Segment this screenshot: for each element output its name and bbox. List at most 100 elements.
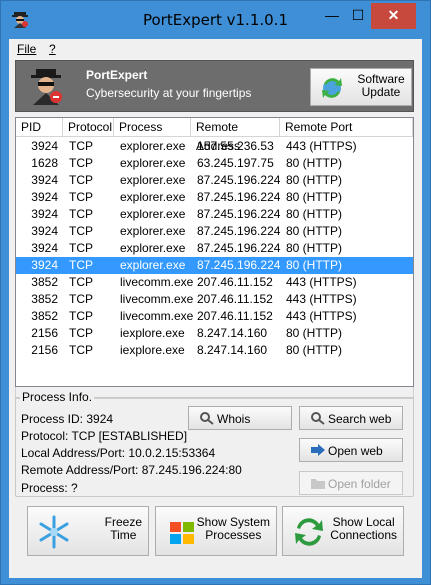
protocol-cell: TCP (69, 258, 93, 272)
software-update-button[interactable]: Software Update (310, 68, 412, 106)
close-button[interactable]: ✕ (371, 3, 416, 29)
client-area: File ? PortExpert Cybersecurity at your … (9, 39, 422, 578)
freeze-time-button[interactable]: Freeze Time (27, 506, 149, 556)
magnifier-icon (200, 412, 214, 425)
pid-cell: 3852 (31, 292, 58, 306)
protocol-cell: TCP (69, 224, 93, 238)
remote-port-cell: 443 (HTTPS) (286, 309, 357, 323)
remote-port-cell: 80 (HTTP) (286, 173, 343, 187)
sync-arrows-icon (295, 518, 323, 546)
menu-bar: File ? (9, 39, 422, 59)
col-remote-address[interactable]: Remote Address (191, 118, 280, 153)
protocol-cell: TCP (69, 309, 93, 323)
remote-port-cell: 80 (HTTP) (286, 190, 343, 204)
col-remote-port[interactable]: Remote Port (280, 118, 413, 137)
local-label-2: Connections (330, 528, 397, 542)
search-web-button[interactable]: Search web (299, 406, 403, 430)
remote-address-cell: 87.245.196.224 (197, 173, 281, 187)
remote-port-cell: 80 (HTTP) (286, 207, 343, 221)
show-local-connections-button[interactable]: Show Local Connections (282, 506, 404, 556)
remote-address-cell: 157.55.236.53 (197, 139, 274, 153)
whois-label: Whois (217, 412, 251, 426)
table-row[interactable]: 2156 TCP iexplore.exe 8.247.14.160 80 (HTTP) (16, 342, 413, 359)
table-row[interactable]: 3924 TCP explorer.exe 87.245.196.224 80 (HTT… (16, 189, 413, 206)
open-web-button[interactable]: Open web (299, 438, 403, 462)
table-row[interactable]: 3924 TCP explorer.exe 87.245.196.224 80 (HTT… (16, 206, 413, 223)
protocol-cell: TCP (69, 326, 93, 340)
protocol-cell: TCP (69, 156, 93, 170)
remote-address-cell: 87.245.196.224 (197, 258, 281, 272)
windows-flag-icon (170, 522, 194, 544)
menu-help[interactable]: ? (49, 42, 56, 56)
table-row[interactable]: 3924 TCP explorer.exe 87.245.196.224 80 (HTT… (16, 257, 413, 274)
search-web-label: Search web (328, 412, 392, 426)
process-cell: livecomm.exe (120, 309, 194, 323)
process-cell: explorer.exe (120, 207, 186, 221)
remote-address-cell: 63.245.197.75 (197, 156, 274, 170)
process-cell: explorer.exe (120, 241, 186, 255)
refresh-globe-icon (322, 78, 342, 98)
banner-tagline: Cybersecurity at your fingertips (86, 86, 252, 100)
protocol-cell: TCP (69, 292, 93, 306)
table-row[interactable]: 3924 TCP explorer.exe 87.245.196.224 80 (HTT… (16, 240, 413, 257)
process-cell: livecomm.exe (120, 292, 194, 306)
maximize-button[interactable]: ☐ (345, 3, 371, 29)
connections-table[interactable]: PID Protocol Process Remote Address Remo… (15, 117, 414, 387)
folder-icon (311, 479, 325, 489)
table-row[interactable]: 3852 TCP livecomm.exe 207.46.11.152 443 (HTT… (16, 308, 413, 325)
process-cell: explorer.exe (120, 224, 186, 238)
remote-address-cell: 87.245.196.224 (197, 241, 281, 255)
banner-app-name: PortExpert (86, 68, 148, 82)
whois-button[interactable]: Whois (188, 406, 292, 430)
table-row[interactable]: 2156 TCP iexplore.exe 8.247.14.160 80 (HTTP) (16, 325, 413, 342)
remote-port-cell: 80 (HTTP) (286, 241, 343, 255)
col-pid[interactable]: PID (16, 118, 63, 137)
table-row[interactable]: 1628 TCP explorer.exe 63.245.197.75 80 (HTTP… (16, 155, 413, 172)
remote-port-cell: 443 (HTTPS) (286, 292, 357, 306)
open-folder-button[interactable]: Open folder (299, 471, 403, 495)
process-info-title: Process Info. (20, 390, 95, 404)
protocol-cell: TCP (69, 275, 93, 289)
open-folder-label: Open folder (328, 477, 391, 491)
remote-port-cell: 443 (HTTPS) (286, 275, 357, 289)
process-cell: iexplore.exe (120, 343, 185, 357)
remote-address-cell: 207.46.11.152 (197, 275, 273, 289)
process-cell: explorer.exe (120, 258, 186, 272)
system-label-2: Processes (205, 528, 262, 542)
title-bar[interactable]: PortExpert v1.1.0.1 — ☐ ✕ (1, 1, 430, 39)
table-row[interactable]: 3852 TCP livecomm.exe 207.46.11.152 443 (HTT… (16, 291, 413, 308)
table-row[interactable]: 3924 TCP explorer.exe 87.245.196.224 80 (HTT… (16, 172, 413, 189)
protocol-text: Protocol: TCP [ESTABLISHED] (21, 429, 188, 443)
pid-cell: 2156 (31, 326, 58, 340)
show-system-processes-button[interactable]: Show System Processes (155, 506, 277, 556)
snowflake-icon (39, 515, 69, 549)
pid-cell: 3924 (31, 258, 58, 272)
pid-cell: 3924 (31, 207, 58, 221)
pid-cell: 3924 (31, 173, 58, 187)
table-header: PID Protocol Process Remote Address Remo… (16, 118, 413, 153)
remote-port-cell: 443 (HTTPS) (286, 139, 357, 153)
pid-cell: 3924 (31, 139, 58, 153)
banner: PortExpert Cybersecurity at your fingert… (15, 60, 414, 112)
table-row[interactable]: 3852 TCP livecomm.exe 207.46.11.152 443 (HTT… (16, 274, 413, 291)
pid-cell: 3924 (31, 190, 58, 204)
process-cell: explorer.exe (120, 190, 186, 204)
process-info-group: Process Info. Process ID: 3924 Protocol:… (15, 390, 414, 497)
protocol-cell: TCP (69, 190, 93, 204)
remote-port-cell: 80 (HTTP) (286, 258, 343, 272)
table-row[interactable]: 3924 TCP explorer.exe 157.55.236.53 443 (HTT… (16, 138, 413, 155)
process-id-text: Process ID: 3924 (21, 412, 114, 426)
pid-cell: 3852 (31, 309, 58, 323)
col-protocol[interactable]: Protocol (63, 118, 114, 137)
remote-port-cell: 80 (HTTP) (286, 343, 343, 357)
protocol-cell: TCP (69, 343, 93, 357)
minimize-button[interactable]: — (319, 3, 345, 29)
col-process[interactable]: Process (114, 118, 191, 137)
menu-file[interactable]: File (17, 42, 36, 56)
table-row[interactable]: 3924 TCP explorer.exe 87.245.196.224 80 (HTT… (16, 223, 413, 240)
remote-address-text: Remote Address/Port: 87.245.196.224:80 (21, 463, 242, 477)
spy-logo-icon (31, 69, 62, 105)
process-cell: explorer.exe (120, 156, 186, 170)
app-window: PortExpert v1.1.0.1 — ☐ ✕ File ? PortExp… (0, 0, 431, 585)
search-icon (311, 412, 325, 425)
